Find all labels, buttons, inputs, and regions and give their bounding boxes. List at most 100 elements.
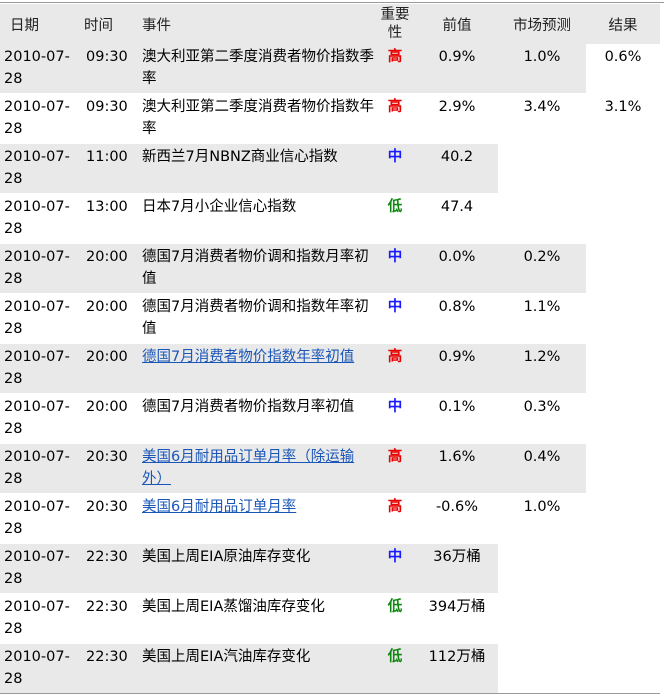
event-link[interactable]: 美国6月耐用品订单月率（除运输外） (142, 449, 354, 487)
cell-result (586, 544, 660, 594)
cell-date: 2010-07-28 (0, 94, 70, 144)
cell-forecast (498, 644, 586, 694)
cell-date: 2010-07-28 (0, 244, 70, 294)
cell-forecast: 1.2% (498, 344, 586, 394)
cell-previous: 1.6% (416, 444, 498, 494)
header-importance-line1: 重要 (380, 7, 410, 23)
cell-event: 德国7月消费者物价调和指数月率初值 (134, 244, 374, 294)
importance-badge: 低 (387, 649, 403, 665)
cell-date: 2010-07-28 (0, 644, 70, 694)
cell-forecast (498, 194, 586, 244)
cell-event: 新西兰7月NBNZ商业信心指数 (134, 144, 374, 194)
cell-date: 2010-07-28 (0, 194, 70, 244)
event-link[interactable]: 美国6月耐用品订单月率 (142, 499, 296, 515)
event-link[interactable]: 德国7月消费者物价指数年率初值 (142, 349, 354, 365)
cell-forecast (498, 144, 586, 194)
table-body: 2010-07-28 09:30 澳大利亚第二季度消费者物价指数季率高 0.9% 1.0… (0, 44, 660, 694)
cell-result: 0.6% (586, 44, 660, 94)
cell-result (586, 194, 660, 244)
cell-time: 22:30 (70, 644, 134, 694)
cell-date: 2010-07-28 (0, 394, 70, 444)
cell-importance: 低 (374, 194, 416, 244)
cell-event: 澳大利亚第二季度消费者物价指数季率 (134, 44, 374, 94)
importance-badge: 中 (387, 399, 403, 415)
importance-badge: 低 (387, 599, 403, 615)
cell-result (586, 644, 660, 694)
cell-previous: 40.2 (416, 144, 498, 194)
cell-time: 22:30 (70, 594, 134, 644)
header-event: 事件 (134, 4, 374, 44)
cell-forecast: 0.2% (498, 244, 586, 294)
importance-badge: 高 (387, 449, 403, 465)
cell-time: 20:00 (70, 244, 134, 294)
importance-badge: 中 (387, 549, 403, 565)
cell-result (586, 294, 660, 344)
cell-result (586, 244, 660, 294)
cell-date: 2010-07-28 (0, 44, 70, 94)
cell-event: 美国6月耐用品订单月率（除运输外） (134, 444, 374, 494)
cell-importance: 高 (374, 44, 416, 94)
header-result: 结果 (586, 4, 660, 44)
cell-event: 德国7月消费者物价指数年率初值 (134, 344, 374, 394)
header-importance: 重要 性 (374, 4, 416, 44)
cell-time: 20:30 (70, 494, 134, 544)
cell-time: 09:30 (70, 94, 134, 144)
cell-date: 2010-07-28 (0, 594, 70, 644)
table-row: 2010-07-28 22:30 美国上周EIA蒸馏油库存变化低 394万桶 (0, 594, 660, 644)
cell-event: 美国上周EIA蒸馏油库存变化 (134, 594, 374, 644)
cell-forecast: 1.0% (498, 494, 586, 544)
table-row: 2010-07-28 13:00 日本7月小企业信心指数低 47.4 (0, 194, 660, 244)
table-row: 2010-07-28 09:30 澳大利亚第二季度消费者物价指数季率高 0.9% 1.0… (0, 44, 660, 94)
cell-importance: 中 (374, 544, 416, 594)
cell-previous: -0.6% (416, 494, 498, 544)
cell-time: 09:30 (70, 44, 134, 94)
table-row: 2010-07-28 20:00 德国7月消费者物价指数月率初值中 0.1% 0.3% (0, 394, 660, 444)
cell-forecast: 0.4% (498, 444, 586, 494)
cell-previous: 112万桶 (416, 644, 498, 694)
cell-result (586, 594, 660, 644)
table-row: 2010-07-28 11:00 新西兰7月NBNZ商业信心指数中 40.2 (0, 144, 660, 194)
cell-date: 2010-07-28 (0, 144, 70, 194)
cell-time: 20:00 (70, 294, 134, 344)
cell-forecast: 0.3% (498, 394, 586, 444)
header-date: 日期 (0, 4, 70, 44)
cell-forecast: 3.4% (498, 94, 586, 144)
cell-event: 美国上周EIA原油库存变化 (134, 544, 374, 594)
header-forecast: 市场预测 (498, 4, 586, 44)
cell-previous: 47.4 (416, 194, 498, 244)
cell-importance: 低 (374, 594, 416, 644)
table-row: 2010-07-28 20:00 德国7月消费者物价调和指数月率初值中 0.0% 0.2… (0, 244, 660, 294)
cell-forecast: 1.0% (498, 44, 586, 94)
cell-forecast (498, 594, 586, 644)
table-row: 2010-07-28 20:30 美国6月耐用品订单月率（除运输外） 高 1.6% 0.4… (0, 444, 660, 494)
cell-importance: 低 (374, 644, 416, 694)
cell-time: 20:00 (70, 394, 134, 444)
cell-result (586, 394, 660, 444)
cell-previous: 0.9% (416, 44, 498, 94)
cell-date: 2010-07-28 (0, 344, 70, 394)
cell-time: 20:30 (70, 444, 134, 494)
cell-time: 22:30 (70, 544, 134, 594)
cell-event: 美国6月耐用品订单月率 (134, 494, 374, 544)
cell-result (586, 494, 660, 544)
table-header-row: 日期 时间 事件 重要 性 前值 市场预测 结果 (0, 4, 660, 44)
cell-previous: 0.1% (416, 394, 498, 444)
economic-calendar-table: 日期 时间 事件 重要 性 前值 市场预测 结果 2010-07-28 09:30… (0, 4, 660, 694)
cell-time: 11:00 (70, 144, 134, 194)
importance-badge: 中 (387, 149, 403, 165)
cell-result: 3.1% (586, 94, 660, 144)
cell-result (586, 144, 660, 194)
importance-badge: 高 (387, 99, 403, 115)
cell-event: 日本7月小企业信心指数 (134, 194, 374, 244)
table-row: 2010-07-28 20:00 德国7月消费者物价指数年率初值 高 0.9% 1.2% (0, 344, 660, 394)
table-row: 2010-07-28 22:30 美国上周EIA原油库存变化中 36万桶 (0, 544, 660, 594)
header-previous: 前值 (416, 4, 498, 44)
cell-importance: 高 (374, 94, 416, 144)
top-divider (0, 2, 664, 3)
cell-importance: 中 (374, 294, 416, 344)
cell-previous: 0.9% (416, 344, 498, 394)
importance-badge: 高 (387, 349, 403, 365)
cell-previous: 394万桶 (416, 594, 498, 644)
cell-event: 美国上周EIA汽油库存变化 (134, 644, 374, 694)
importance-badge: 中 (387, 249, 403, 265)
